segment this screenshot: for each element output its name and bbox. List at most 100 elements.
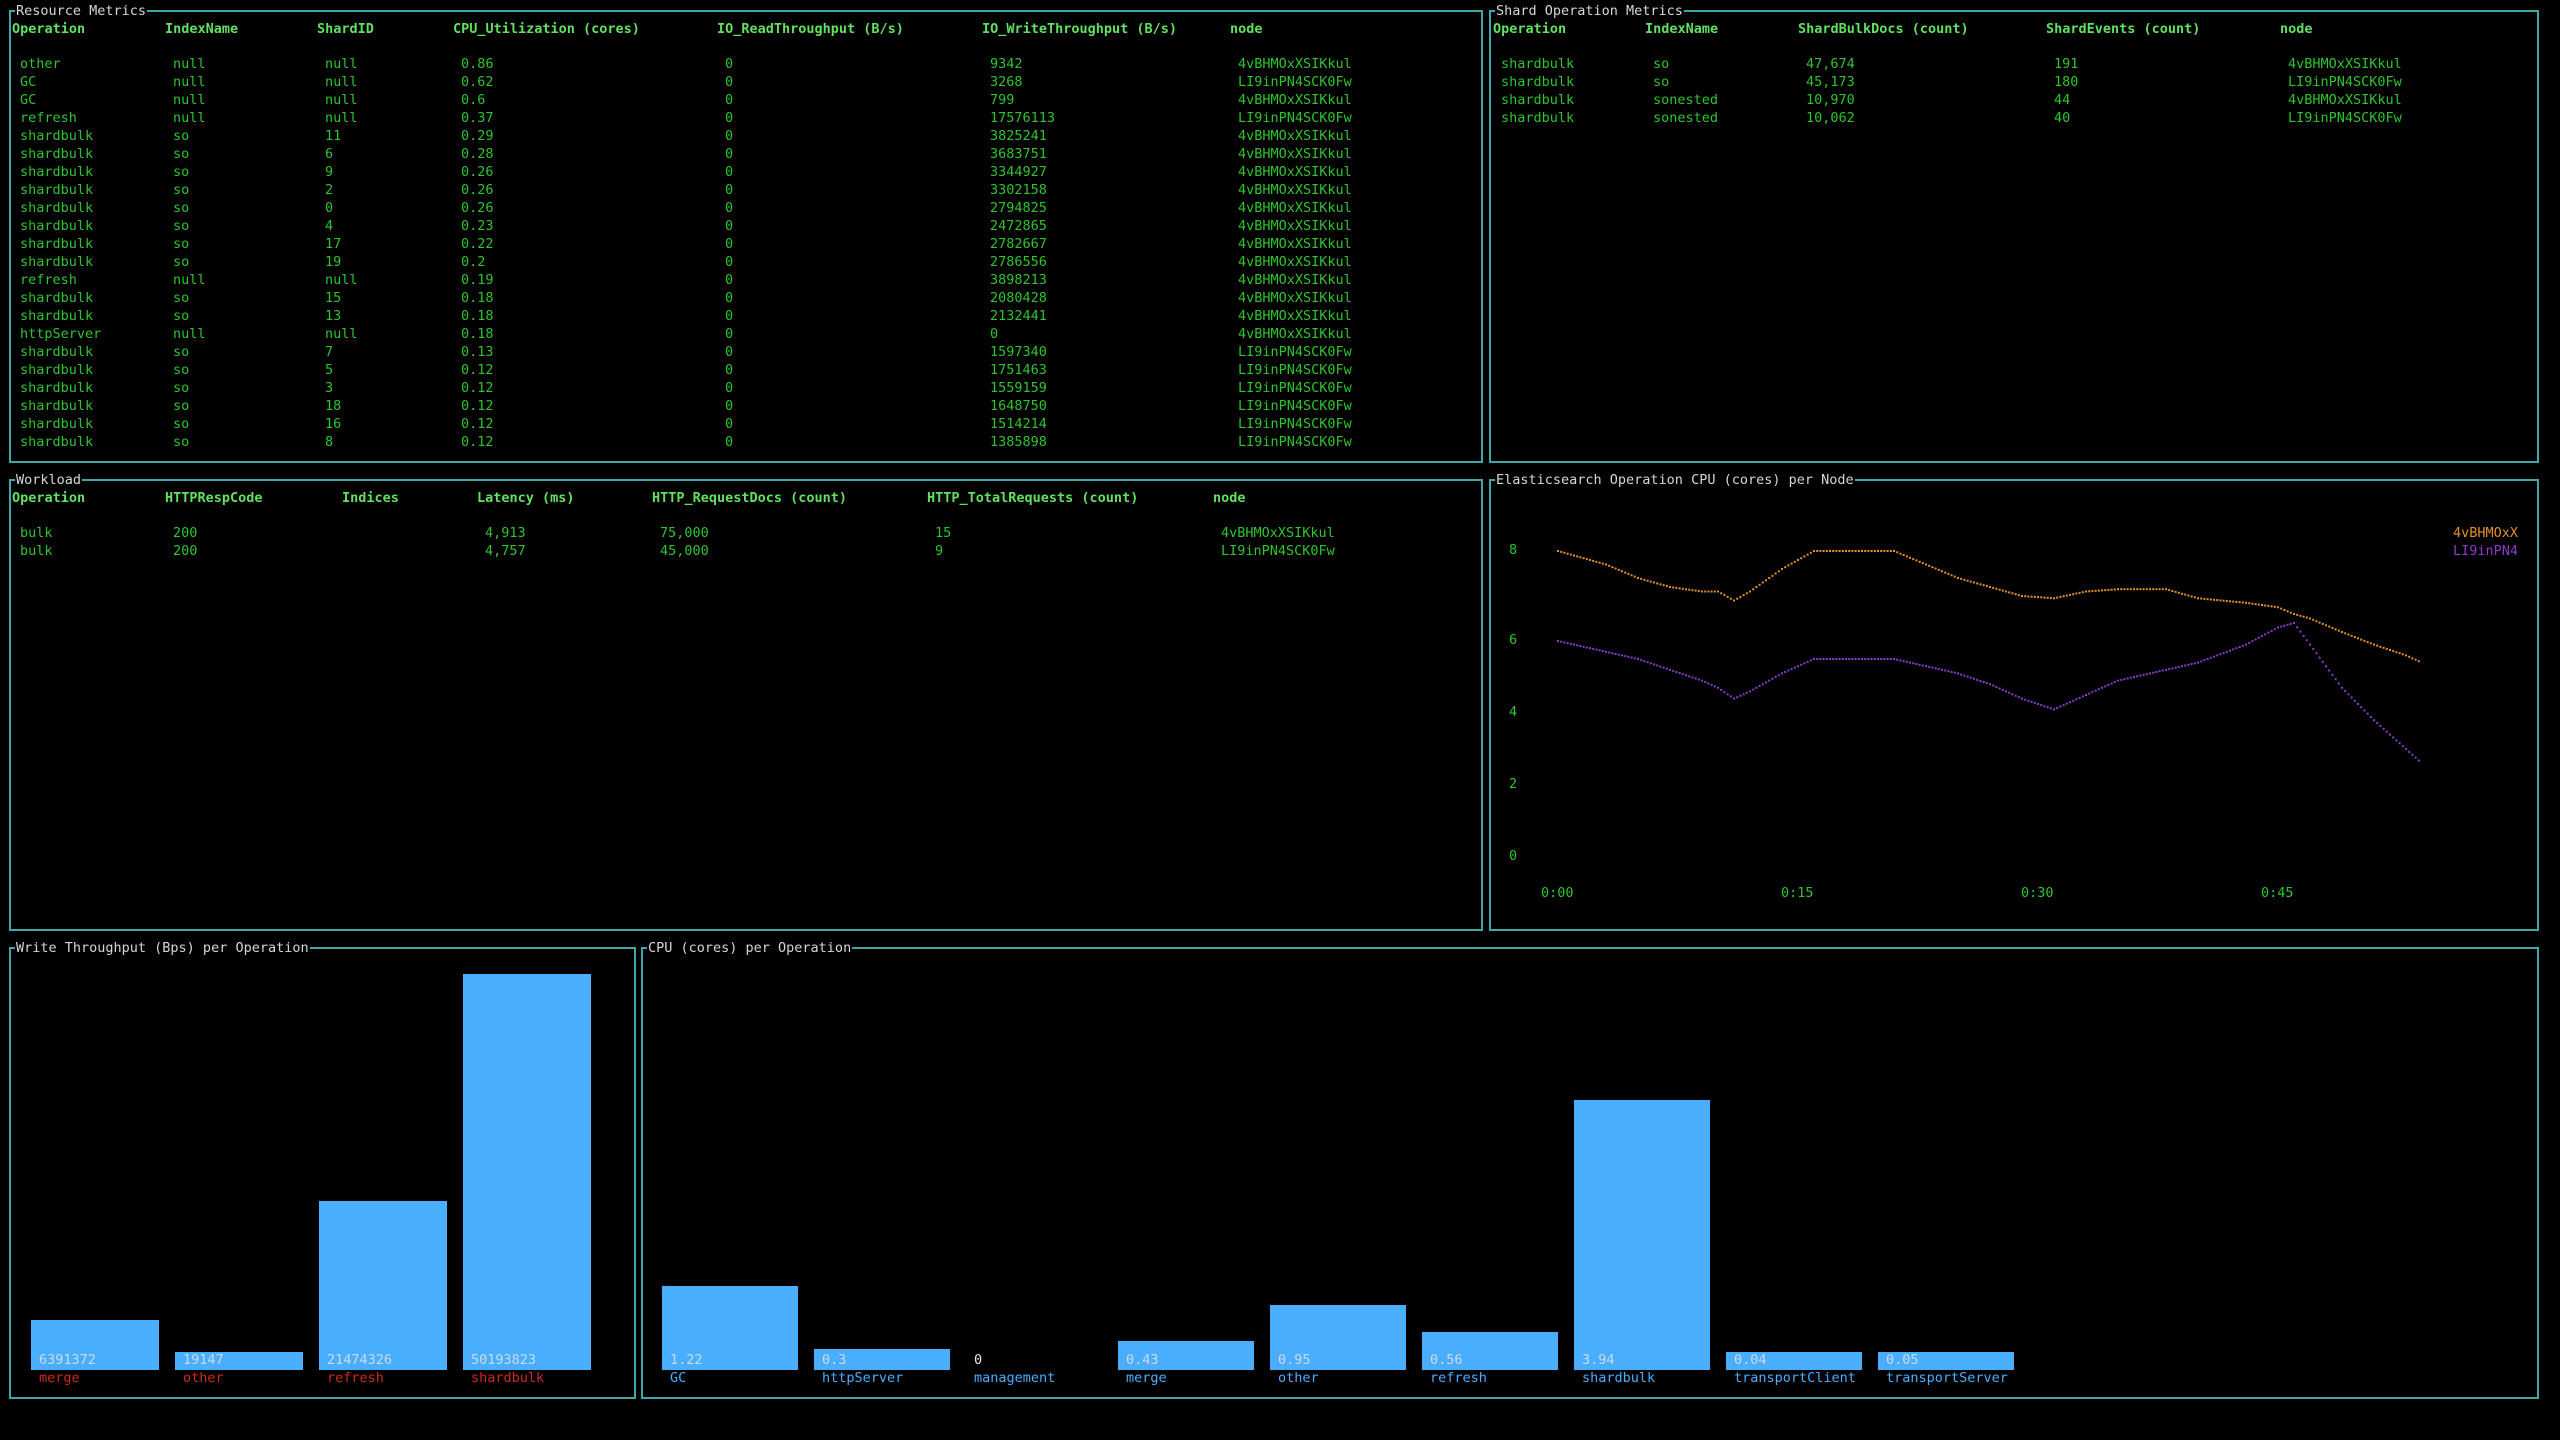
line-point [2145,588,2148,591]
line-point [1627,655,1630,658]
cell-operation: shardbulk [1501,92,1575,108]
line-point [1688,588,1691,591]
line-point [1758,583,1761,586]
line-point [1691,676,1694,679]
line-point [1829,658,1831,660]
line-point [2325,665,2327,668]
line-point [1726,595,1729,598]
cell-node: 4vBHMOxXSIKkul [1238,272,1352,288]
line-point [2094,689,2097,692]
line-point [1832,658,1835,660]
line-point [1685,588,1687,591]
y-tick-label: 4 [1509,704,1518,720]
bar-refresh [319,1201,447,1370]
line-point [2046,596,2049,599]
line-point [2030,700,2033,703]
line-point [1573,643,1575,646]
line-point [1605,650,1607,653]
line-point [2065,594,2068,597]
cell-shardid: 9 [325,164,334,180]
line-point [2277,626,2279,629]
line-point [1841,550,1844,552]
line-point [2392,650,2395,653]
cell-node: 4vBHMOxXSIKkul [1238,254,1352,270]
line-point [2065,702,2068,705]
cell-http-totalrequests-count: 9 [935,543,944,559]
line-point [2401,653,2404,656]
cell-node: LI9inPN4SCK0Fw [1238,74,1352,90]
cell-cpu-utilization-cores: 0.12 [461,362,494,378]
line-point [1835,658,1838,660]
line-point [2222,599,2225,602]
line-point [1960,673,1963,676]
line-point [2021,697,2023,700]
line-point [1822,550,1825,552]
line-point [2213,655,2215,658]
line-point [1809,551,1812,554]
line-point [2411,753,2414,756]
line-point [1653,663,1655,666]
line-point [1585,558,1588,561]
line-point [2078,696,2081,699]
line-point [1653,581,1655,584]
line-point [1861,658,1863,660]
line-point [2193,596,2196,599]
line-point [1973,677,1975,680]
cell-io-readthroughput-b-s: 0 [725,416,734,432]
line-point [1729,695,1732,698]
line-point [2187,594,2190,597]
line-point [1864,550,1867,552]
line-point [2309,643,2311,646]
line-point [2232,648,2235,651]
bar-value-label: 50193823 [471,1352,537,1368]
line-point [2264,633,2267,636]
cell-indexname: so [173,200,190,216]
line-point [2190,595,2193,598]
cell-cpu-utilization-cores: 0.23 [461,218,494,234]
line-point [1781,672,1783,675]
line-point [2110,682,2113,685]
cell-cpu-utilization-cores: 0.86 [461,56,494,72]
bar-category-label: other [1278,1370,1319,1386]
cell-shardid: 17 [325,236,342,252]
line-point [2059,705,2062,708]
bar-value-label: 19147 [183,1352,224,1368]
line-point [1611,566,1614,569]
cell-shardid: 13 [325,308,342,324]
line-point [1717,590,1719,593]
line-point [1771,574,1774,577]
series-li9inpn4 [1557,622,2420,762]
line-point [2017,696,2020,699]
line-point [2136,675,2139,678]
cell-cpu-utilization-cores: 0.26 [461,182,494,198]
line-point [2273,605,2276,608]
line-point [1601,562,1604,565]
line-point [2337,629,2340,632]
line-point [1960,577,1963,580]
line-point [1560,640,1563,643]
line-point [2149,588,2151,591]
cell-io-writethroughput-b-s: 2472865 [990,218,1047,234]
cell-node: 4vBHMOxXSIKkul [1238,236,1352,252]
line-point [1925,563,1927,566]
line-point [2158,588,2161,591]
line-point [2040,704,2043,707]
line-point [2113,588,2116,591]
line-point [2024,595,2027,598]
line-point [1720,689,1723,691]
line-point [1944,669,1947,672]
line-point [2049,597,2052,599]
line-point [1800,663,1803,666]
line-point [2341,631,2343,633]
line-point [2001,689,2004,691]
line-point [2398,742,2401,745]
line-point [2321,622,2324,625]
line-point [2168,668,2171,671]
line-point [2133,588,2135,591]
line-point [2293,613,2295,615]
line-point [1614,653,1617,655]
column-header-indexname: IndexName [165,21,239,37]
line-point [1656,664,1659,667]
line-point [2318,621,2321,624]
line-point [1710,590,1713,593]
